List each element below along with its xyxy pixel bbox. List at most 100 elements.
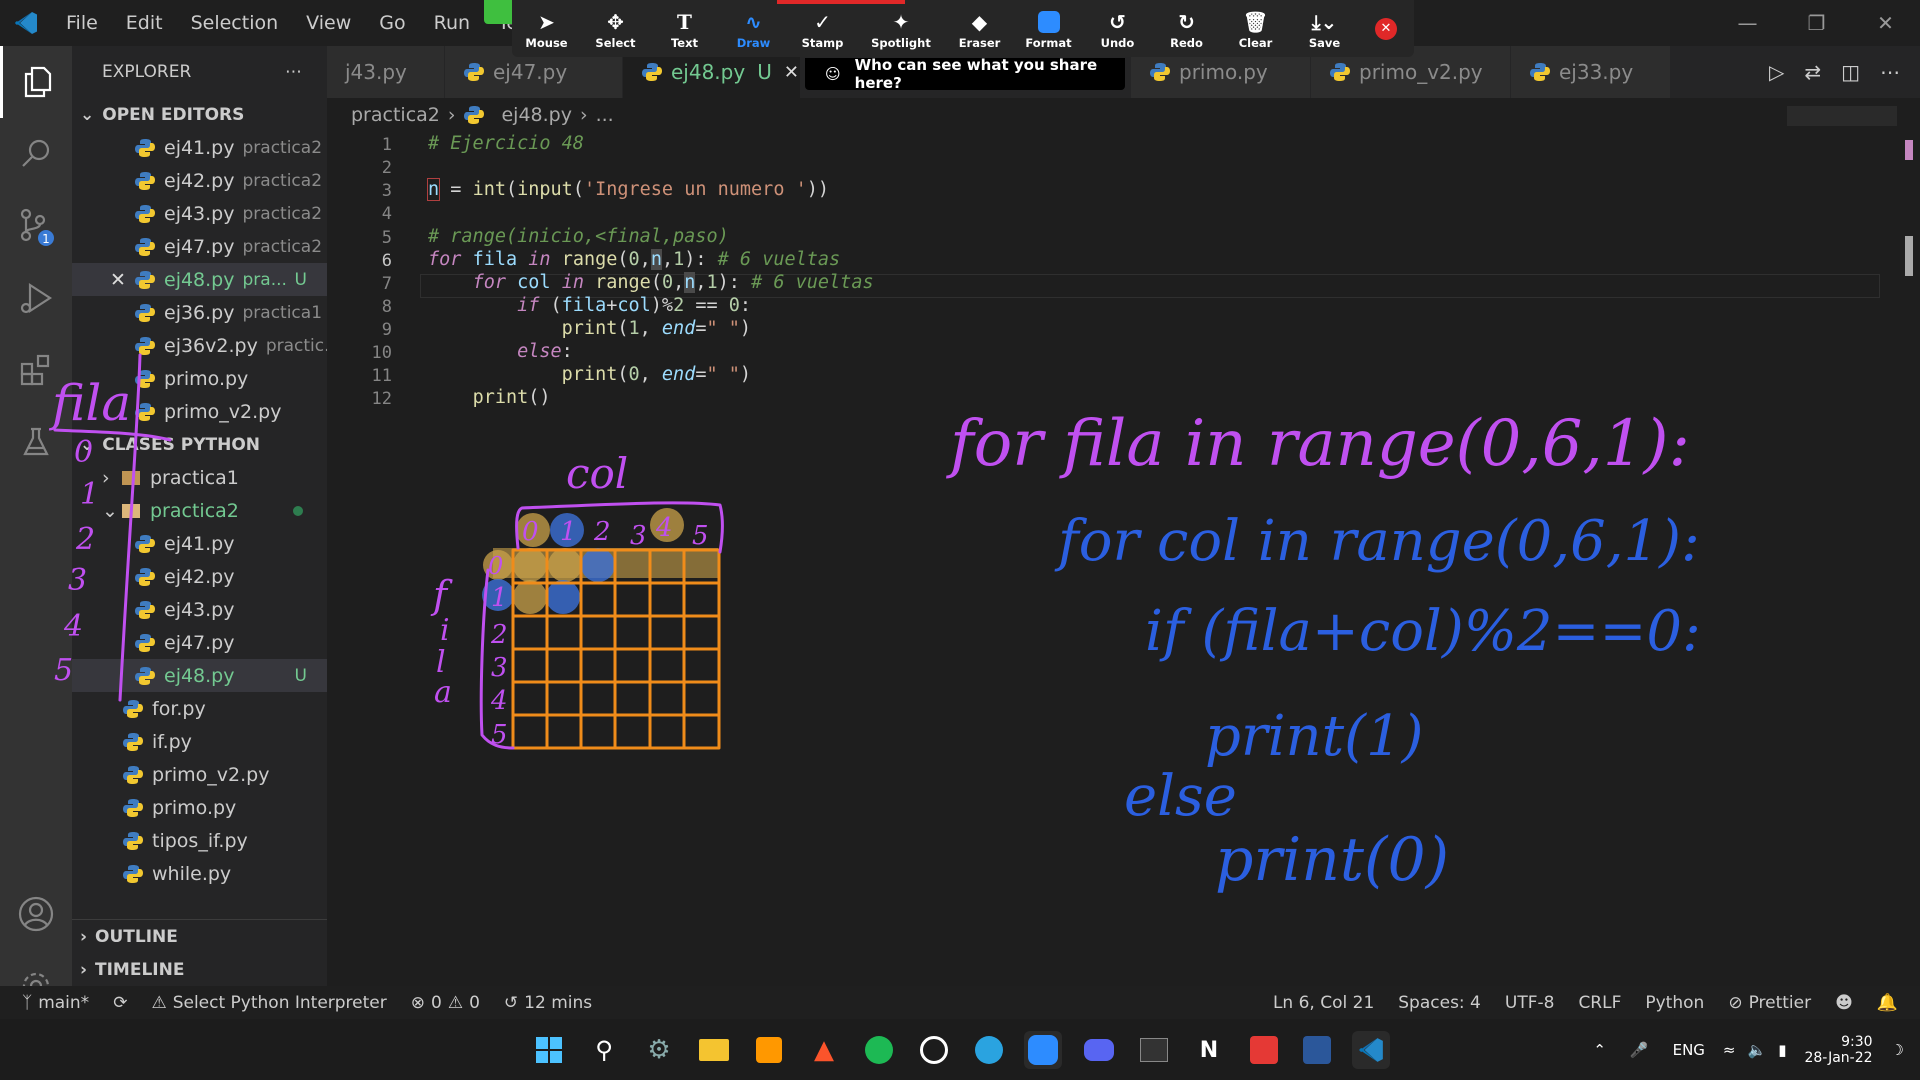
file-item[interactable]: ej47.py: [72, 626, 327, 659]
terminal-icon[interactable]: [1135, 1031, 1173, 1069]
file-item[interactable]: tipos_if.py: [72, 824, 327, 857]
file-item[interactable]: for.py: [72, 692, 327, 725]
run-file-icon[interactable]: ▷: [1769, 60, 1784, 84]
menu-view[interactable]: View: [292, 12, 365, 34]
todo-app-icon[interactable]: [1245, 1031, 1283, 1069]
open-editor-item[interactable]: ej43.py practica2: [72, 197, 327, 230]
share-notice[interactable]: ☺ Who can see what you share here?: [805, 56, 1125, 92]
file-item[interactable]: ej43.py: [72, 593, 327, 626]
menu-selection[interactable]: Selection: [177, 12, 293, 34]
close-tab-icon[interactable]: ✕: [784, 62, 799, 83]
input-language[interactable]: ENG: [1661, 1041, 1717, 1059]
open-editor-item[interactable]: ej41.py practica2: [72, 131, 327, 164]
discord-icon[interactable]: [1080, 1031, 1118, 1069]
close-toolbar-icon[interactable]: ✕: [1375, 17, 1397, 40]
account-icon[interactable]: [0, 878, 72, 950]
file-item[interactable]: primo.py: [72, 791, 327, 824]
menu-go[interactable]: Go: [365, 12, 419, 34]
open-editor-item-active[interactable]: ✕ ej48.py pra... U: [72, 263, 327, 296]
tool-save[interactable]: ⤓⌄ Save: [1290, 0, 1359, 57]
open-editor-item[interactable]: ej36v2.py practic...: [72, 329, 327, 362]
battery-icon[interactable]: ▮: [1772, 1041, 1792, 1059]
more-actions-icon[interactable]: ⋯: [1880, 60, 1900, 84]
brave-browser-icon[interactable]: ▲: [805, 1031, 843, 1069]
tool-stamp[interactable]: ✓ Stamp: [788, 0, 857, 57]
feedback-icon[interactable]: ☻: [1823, 993, 1865, 1013]
file-item[interactable]: if.py: [72, 725, 327, 758]
file-explorer-icon[interactable]: [695, 1031, 733, 1069]
open-editor-item[interactable]: ej47.py practica2: [72, 230, 327, 263]
tool-spotlight[interactable]: ✦ Spotlight: [857, 0, 945, 57]
wifi-icon[interactable]: ≈: [1717, 1041, 1742, 1059]
code-editor[interactable]: practica2 › ej48.py › ... 1 2 3 4 5 6 7 …: [327, 98, 1920, 986]
explorer-icon[interactable]: [0, 46, 72, 118]
time-tracker[interactable]: ↺ 12 mins: [492, 993, 604, 1013]
vscode-taskbar-icon[interactable]: [1352, 1031, 1390, 1069]
folder-item[interactable]: › practica1: [72, 461, 327, 494]
file-item[interactable]: primo_v2.py: [72, 758, 327, 791]
telegram-icon[interactable]: [970, 1031, 1008, 1069]
tool-undo[interactable]: ↺ Undo: [1083, 0, 1152, 57]
menu-edit[interactable]: Edit: [112, 12, 177, 34]
outline-header[interactable]: › OUTLINE: [72, 920, 327, 953]
volume-icon[interactable]: 🔈: [1742, 1041, 1773, 1059]
folder-item-open[interactable]: ⌄ practica2: [72, 494, 327, 527]
file-item[interactable]: ej42.py: [72, 560, 327, 593]
open-editor-item[interactable]: ej36.py practica1: [72, 296, 327, 329]
whatsapp-icon[interactable]: [915, 1031, 953, 1069]
spotify-icon[interactable]: [860, 1031, 898, 1069]
encoding[interactable]: UTF-8: [1493, 993, 1567, 1013]
sublime-text-icon[interactable]: [750, 1031, 788, 1069]
menu-file[interactable]: File: [52, 12, 112, 34]
notion-icon[interactable]: N: [1190, 1031, 1228, 1069]
notification-moon-icon[interactable]: ☽: [1885, 1041, 1920, 1059]
open-editor-item[interactable]: primo_v2.py: [72, 395, 327, 428]
indentation[interactable]: Spaces: 4: [1386, 993, 1493, 1013]
timeline-header[interactable]: › TIMELINE: [72, 953, 327, 986]
branch-indicator[interactable]: ᛉ main*: [0, 993, 101, 1013]
compare-changes-icon[interactable]: ⇄: [1804, 60, 1821, 84]
close-window-icon[interactable]: ✕: [1851, 0, 1920, 46]
tool-clear[interactable]: 🗑 Clear: [1221, 0, 1290, 57]
file-item[interactable]: while.py: [72, 857, 327, 890]
open-editors-header[interactable]: ⌄ OPEN EDITORS: [72, 98, 327, 131]
close-editor-icon[interactable]: ✕: [110, 269, 134, 291]
taskbar-settings-icon[interactable]: ⚙: [640, 1031, 678, 1069]
scrollbar-thumb[interactable]: [1905, 236, 1913, 276]
run-debug-icon[interactable]: [0, 262, 72, 334]
tab-ej33[interactable]: ej33.py: [1511, 46, 1671, 98]
tool-draw[interactable]: ∿ Draw: [719, 0, 788, 57]
breadcrumb-folder[interactable]: practica2: [351, 104, 440, 126]
more-actions-icon[interactable]: ⋯: [285, 62, 302, 82]
extensions-icon[interactable]: [0, 334, 72, 406]
end-of-line[interactable]: CRLF: [1566, 993, 1633, 1013]
workspace-header[interactable]: ⌄ CLASES PYTHON: [72, 428, 327, 461]
zoom-app-icon[interactable]: [1024, 1031, 1062, 1069]
file-item[interactable]: ej41.py: [72, 527, 327, 560]
minimize-icon[interactable]: —: [1713, 0, 1782, 46]
search-icon[interactable]: [0, 118, 72, 190]
language-mode[interactable]: Python: [1633, 993, 1716, 1013]
tab-ej43[interactable]: j43.py: [327, 46, 445, 98]
problems-indicator[interactable]: ⊗ 0 ⚠ 0: [399, 993, 492, 1013]
file-item-active[interactable]: ej48.py U: [72, 659, 327, 692]
minimap[interactable]: [1787, 106, 1897, 126]
interpreter-selector[interactable]: ⚠ Select Python Interpreter: [139, 993, 398, 1013]
microphone-icon[interactable]: 🎤: [1618, 1041, 1661, 1059]
menu-run[interactable]: Run: [420, 12, 484, 34]
tool-eraser[interactable]: ◆ Eraser: [945, 0, 1014, 57]
cursor-position[interactable]: Ln 6, Col 21: [1261, 993, 1386, 1013]
notifications-bell-icon[interactable]: 🔔: [1865, 993, 1920, 1013]
source-control-icon[interactable]: 1: [0, 190, 72, 262]
prettier-status[interactable]: ⊘ Prettier: [1716, 993, 1823, 1013]
testing-flask-icon[interactable]: [0, 406, 72, 478]
sync-button[interactable]: ⟳: [101, 993, 139, 1013]
word-icon[interactable]: [1298, 1031, 1336, 1069]
tool-format[interactable]: Format: [1014, 0, 1083, 57]
split-editor-icon[interactable]: ◫: [1841, 60, 1860, 84]
start-windows-icon[interactable]: [530, 1031, 568, 1069]
open-editor-item[interactable]: primo.py: [72, 362, 327, 395]
restore-icon[interactable]: ❐: [1782, 0, 1851, 46]
taskbar-search-icon[interactable]: ⚲: [585, 1031, 623, 1069]
tray-chevron-up-icon[interactable]: ⌃: [1581, 1041, 1618, 1059]
